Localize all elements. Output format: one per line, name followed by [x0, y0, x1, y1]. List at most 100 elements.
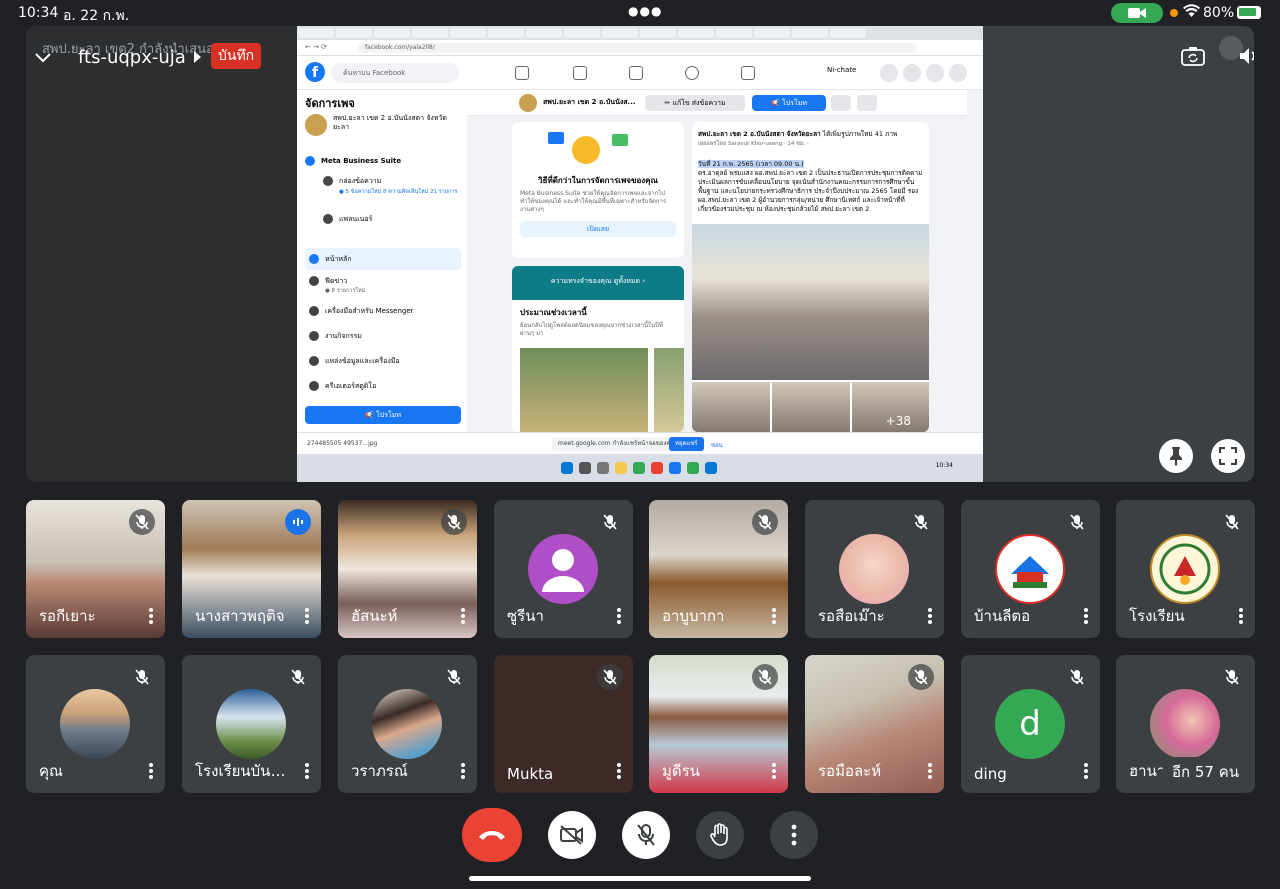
card1-open: เปิดเลย [520, 221, 676, 237]
more-vert-icon[interactable] [928, 608, 932, 624]
fb-card-business-suite: วิธีที่ดีกว่าในการจัดการเพจของคุณ Meta B… [512, 122, 684, 258]
fb-gaming-icon [741, 66, 755, 80]
fb-side-resources: แหล่งข้อมูลและเครื่องมือ [305, 356, 461, 367]
mic-off-icon [597, 664, 623, 690]
fb-side-title: จัดการเพจ [305, 97, 355, 110]
participant-tile[interactable]: ฮัสนะห์ [338, 500, 477, 638]
speaker-icon[interactable] [1238, 46, 1254, 70]
more-vert-icon[interactable] [772, 608, 776, 624]
more-vert-icon[interactable] [1084, 763, 1088, 779]
more-vert-icon[interactable] [617, 763, 621, 779]
meet-screen: 10:34 อ. 22 ก.พ. ●●● 80% สพป.ยะลา เขต2 ก… [0, 0, 1280, 889]
participant-name: มูดีรน [662, 762, 700, 780]
end-call-button[interactable] [462, 808, 522, 862]
meeting-code[interactable]: fts-uqpx-uja [78, 47, 186, 68]
memory-photo [520, 348, 648, 432]
multitask-dots-icon[interactable]: ●●● [628, 4, 662, 18]
participant-tile[interactable]: บ้านลีตอ [961, 500, 1100, 638]
participant-tile[interactable]: นางสาวพฤติจ [182, 500, 321, 638]
raise-hand-button[interactable] [696, 811, 744, 859]
camera-in-use-icon [1111, 3, 1163, 23]
fb-side-planner: แพลนเนอร์ [305, 214, 461, 225]
pagebar-promote: 📢 โปรโมท [752, 95, 826, 111]
download-bar: 274485505 49537...jpg meet.google.com กำ… [297, 432, 983, 454]
participant-tile[interactable]: โรงเรียนบัน… [182, 655, 321, 793]
card2-desc: ย้อนกลับไปดูโพสต์ยอดนิยมของคุณจากช่วงเวล… [520, 322, 663, 337]
participant-tile[interactable]: คุณ [26, 655, 165, 793]
more-options-icon [791, 824, 797, 846]
more-vert-icon[interactable] [1084, 608, 1088, 624]
avatar-initial: d [995, 689, 1065, 759]
avatar [372, 689, 442, 759]
facebook-search: ค้นหาบน Facebook [331, 63, 459, 83]
browser-nav-icons: ← → ⟳ [305, 43, 328, 51]
more-vert-icon[interactable] [461, 763, 465, 779]
participant-tile[interactable]: Mukta [494, 655, 633, 793]
fb-manage-sidebar: จัดการเพจ สพป.ยะลา เขต 2 อ.บันนังสตา จัง… [297, 90, 467, 432]
share-notice: meet.google.com กำลังแชร์หน้าจอของคุณ [552, 437, 682, 451]
more-vert-icon[interactable] [149, 763, 153, 779]
fullscreen-button[interactable] [1211, 439, 1245, 473]
mic-off-icon [1064, 664, 1090, 690]
more-vert-icon[interactable] [772, 763, 776, 779]
chevron-down-icon[interactable] [32, 46, 54, 68]
mic-off-icon [908, 664, 934, 690]
memories-banner: ความทรงจำของคุณ ดูทั้งหมด › [512, 266, 684, 300]
participant-name: ซูรีนา [507, 607, 544, 625]
fb-scrollbar [975, 90, 983, 432]
participant-tile[interactable]: ซูรีนา [494, 500, 633, 638]
participant-tile[interactable]: โรงเรียน [1116, 500, 1255, 638]
participant-tile[interactable]: รอกีเยาะ [26, 500, 165, 638]
fb-card-memories: ความทรงจำของคุณ ดูทั้งหมด › ประมาณช่วงเว… [512, 266, 684, 432]
fb-side-news: ฟีดข่าว [305, 276, 461, 287]
participant-tile[interactable]: อาบูบากา [649, 500, 788, 638]
fb-side-promote: 📢 โปรโมท [305, 406, 461, 424]
meeting-info-arrow-icon[interactable] [194, 51, 201, 63]
share-hide: ซ่อน [711, 442, 723, 449]
fb-account-icon [949, 64, 967, 82]
facebook-logo: f [305, 62, 325, 82]
participant-tile[interactable]: วราภรณ์ [338, 655, 477, 793]
shared-screen: ← → ⟳ facebook.com/yala2ll8/ f ค้นหาบน F… [297, 26, 983, 482]
participant-tile[interactable]: d ding [961, 655, 1100, 793]
mic-off-icon [637, 824, 655, 846]
more-vert-icon[interactable] [1239, 608, 1243, 624]
participant-tile[interactable]: รอสือเม๊าะ [805, 500, 944, 638]
mic-off-icon [752, 509, 778, 535]
page-name: สพป.ยะลา เขต 2 อ.บันนังสตา จังหวัดยะลา [333, 114, 447, 131]
participant-tile[interactable]: มูดีรน [649, 655, 788, 793]
status-date: อ. 22 ก.พ. [63, 8, 130, 24]
home-indicator[interactable] [469, 876, 811, 881]
post-body: วันที่ 21 ก.พ. 2565 (เวลา 09.00 น.) ดร.อ… [698, 160, 923, 213]
more-vert-icon[interactable] [928, 763, 932, 779]
fb-post: สพป.ยะลา เขต 2 อ.บันนังสตา จังหวัดยะลา ไ… [692, 122, 929, 432]
record-badge[interactable]: บันทึก [211, 43, 262, 69]
fb-watch-icon [573, 66, 587, 80]
more-options-button[interactable] [770, 811, 818, 859]
mic-toggle-button[interactable] [622, 811, 670, 859]
fb-page-actionbar: สพป.ยะลา เขต 2 อ.บันนังส... ✏ แก้ไข ส่งข… [467, 90, 967, 116]
more-vert-icon[interactable] [461, 608, 465, 624]
fb-bell-icon [926, 64, 944, 82]
more-participants-button[interactable]: อีก 57 คน [1162, 757, 1250, 787]
avatar [839, 534, 909, 604]
wifi-icon [1183, 4, 1200, 22]
more-vert-icon[interactable] [305, 763, 309, 779]
more-vert-icon[interactable] [305, 608, 309, 624]
more-vert-icon[interactable] [617, 608, 621, 624]
fb-side-meta: Meta Business Suite [305, 156, 461, 166]
status-time: 10:34 [18, 5, 59, 21]
pin-button[interactable] [1159, 439, 1193, 473]
avatar [1150, 689, 1220, 759]
mic-off-icon [1064, 509, 1090, 535]
switch-camera-icon[interactable] [1181, 46, 1205, 70]
fb-center-column: วิธีที่ดีกว่าในการจัดการเพจของคุณ Meta B… [512, 122, 684, 432]
mic-off-icon [908, 509, 934, 535]
post-photo-2 [772, 382, 850, 432]
post-more-photos: +38 [885, 414, 911, 428]
participant-tile[interactable]: รอมือละห์ [805, 655, 944, 793]
battery-icon [1237, 6, 1261, 19]
camera-toggle-button[interactable] [548, 811, 596, 859]
more-vert-icon[interactable] [149, 608, 153, 624]
pagebar-avatar [519, 94, 537, 112]
